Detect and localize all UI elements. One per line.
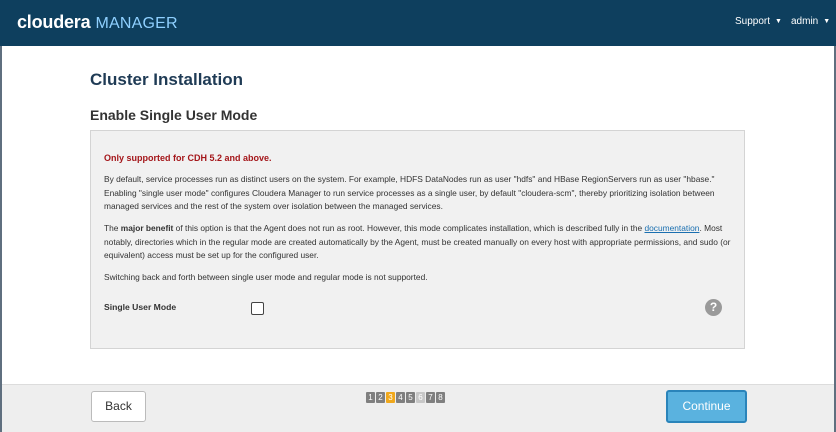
description-paragraph-switching: Switching back and forth between single … [104,272,428,282]
documentation-link[interactable]: documentation [644,223,699,233]
wizard-step-7[interactable]: 7 [426,392,435,403]
wizard-step-2[interactable]: 2 [376,392,385,403]
admin-menu[interactable]: admin ▼ [791,16,830,27]
brand-name: cloudera [17,12,91,32]
single-user-mode-panel: Only supported for CDH 5.2 and above. By… [90,130,745,349]
cloudera-manager-logo[interactable]: cloudera MANAGER [17,12,178,34]
benefit-prefix: The [104,223,121,233]
wizard-step-1[interactable]: 1 [366,392,375,403]
caret-down-icon: ▼ [775,18,782,25]
wizard-step-5[interactable]: 5 [406,392,415,403]
caret-down-icon: ▼ [823,18,831,25]
version-warning: Only supported for CDH 5.2 and above. [104,153,272,163]
support-menu-label: Support [735,16,771,27]
single-user-mode-checkbox[interactable] [251,302,264,315]
wizard-step-4[interactable]: 4 [396,392,405,403]
wizard-footer: Back 12345678 Continue [2,384,834,432]
top-navbar: cloudera MANAGER Support ▼ admin ▼ [0,0,836,46]
wizard-step-8[interactable]: 8 [436,392,445,403]
single-user-mode-label: Single User Mode [104,302,177,312]
question-circle-icon[interactable]: ? [705,299,722,316]
wizard-step-3[interactable]: 3 [386,392,395,403]
benefit-mid: of this option is that the Agent does no… [173,223,645,233]
description-paragraph-default: By default, service processes run as dis… [104,174,715,211]
admin-menu-label: admin [791,16,819,27]
section-title: Enable Single User Mode [90,107,258,123]
page-title: Cluster Installation [90,70,244,89]
wizard-step-6[interactable]: 6 [416,392,425,403]
wizard-step-indicator: 12345678 [366,392,445,403]
continue-button[interactable]: Continue [666,390,747,423]
description-paragraph-benefit: The major benefit of this option is that… [104,222,734,263]
brand-product: MANAGER [95,15,178,32]
back-button[interactable]: Back [91,391,146,422]
support-menu[interactable]: Support ▼ [735,16,782,27]
benefit-bold: major benefit [120,223,174,233]
